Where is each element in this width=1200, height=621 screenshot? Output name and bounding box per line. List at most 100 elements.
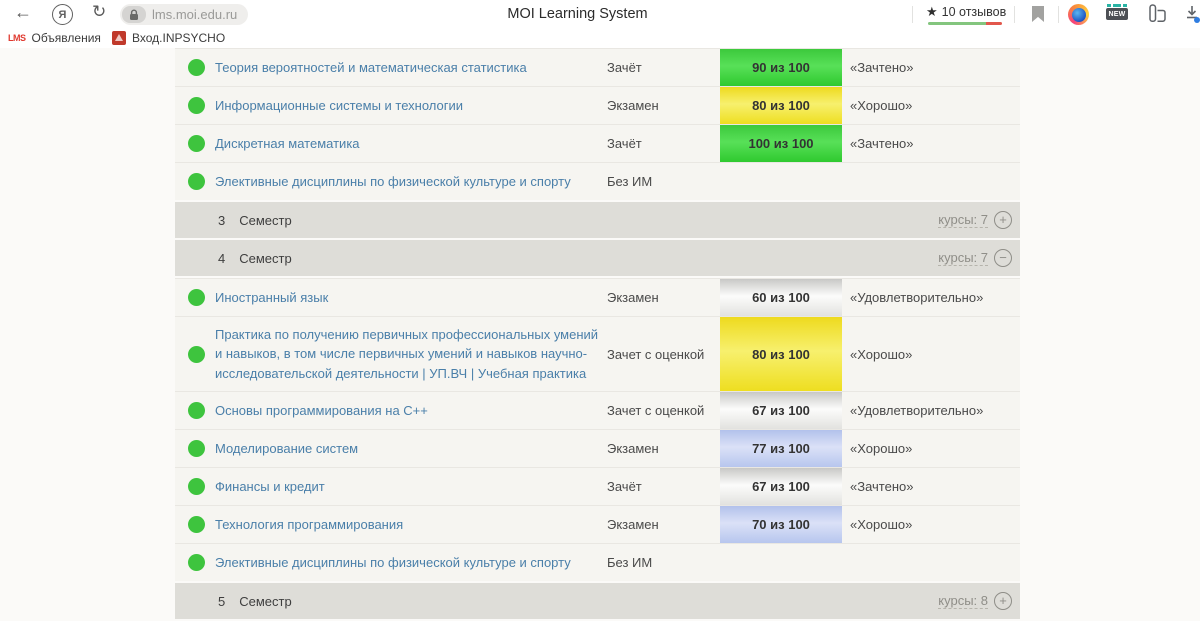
score-cell: 70 из 100 [720, 506, 842, 543]
back-button[interactable]: ← [14, 2, 32, 23]
course-link[interactable]: Практика по получению первичных професси… [215, 319, 607, 390]
course-link[interactable]: Технология программирования [215, 509, 607, 541]
browser-toolbar: ← Я ↻ lms.moi.edu.ru MOI Learning System… [0, 0, 1200, 29]
site-rating-button[interactable]: ★ 10 отзывов [926, 4, 1006, 20]
bookmark-label: Вход.INPSYCHO [132, 31, 225, 45]
control-type-label: Экзамен [607, 98, 720, 113]
bookmark-label: Объявления [32, 31, 101, 45]
score-cell: 77 из 100 [720, 430, 842, 467]
course-link[interactable]: Моделирование систем [215, 433, 607, 465]
score-cell [720, 163, 842, 200]
semester-row: 4Семестркурсы: 7− [175, 240, 1020, 276]
status-dot-icon [188, 516, 205, 533]
status-dot-icon [188, 289, 205, 306]
score-badge: 70 из 100 [720, 506, 842, 543]
control-type-label: Зачет с оценкой [607, 403, 720, 418]
score-badge: 80 из 100 [720, 87, 842, 124]
grade-label: «Зачтено» [842, 136, 1020, 151]
course-row: Иностранный языкЭкзамен60 из 100«Удовлет… [175, 278, 1020, 316]
course-link[interactable]: Дискретная математика [215, 128, 607, 160]
inpsycho-favicon [112, 31, 126, 45]
status-dot-icon [188, 59, 205, 76]
semester-courses-link[interactable]: курсы: 7 [938, 250, 988, 266]
star-icon: ★ [926, 4, 938, 20]
course-row: Теория вероятностей и математическая ста… [175, 48, 1020, 86]
control-type-label: Экзамен [607, 441, 720, 456]
status-dot-icon [188, 135, 205, 152]
semester-number: 5 [218, 594, 225, 609]
course-row: Основы программирования на C++Зачет с оц… [175, 391, 1020, 429]
control-type-label: Зачёт [607, 60, 720, 75]
address-bar[interactable]: lms.moi.edu.ru [120, 4, 248, 25]
lms-favicon: LMS [8, 33, 26, 43]
score-badge: 80 из 100 [720, 317, 842, 391]
url-text: lms.moi.edu.ru [152, 7, 237, 22]
extension-globe-icon[interactable] [1068, 4, 1089, 25]
yandex-icon[interactable]: Я [52, 4, 73, 25]
control-type-label: Зачет с оценкой [607, 347, 720, 362]
bookmark-item-announcements[interactable]: LMS Объявления [8, 31, 101, 45]
course-row: Технология программированияЭкзамен70 из … [175, 505, 1020, 543]
bookmark-item-inpsycho[interactable]: Вход.INPSYCHO [112, 31, 225, 45]
score-badge: 77 из 100 [720, 430, 842, 467]
expand-minus-icon[interactable]: − [994, 249, 1012, 267]
status-dot-icon [188, 97, 205, 114]
toolbar-divider [1014, 6, 1015, 23]
course-link[interactable]: Основы программирования на C++ [215, 395, 607, 427]
score-badge: 100 из 100 [720, 125, 842, 162]
bookmarks-bar: LMS Объявления Вход.INPSYCHO [0, 29, 1200, 48]
course-link[interactable]: Финансы и кредит [215, 471, 607, 503]
score-badge: 67 из 100 [720, 392, 842, 429]
grade-label: «Хорошо» [842, 98, 1020, 113]
grade-label: «Хорошо» [842, 441, 1020, 456]
score-badge: 67 из 100 [720, 468, 842, 505]
score-cell: 80 из 100 [720, 87, 842, 124]
course-link[interactable]: Информационные системы и технологии [215, 90, 607, 122]
course-row: Элективные дисциплины по физической куль… [175, 543, 1020, 581]
status-dot-icon [188, 478, 205, 495]
control-type-label: Без ИМ [607, 555, 720, 570]
grade-label: «Зачтено» [842, 60, 1020, 75]
score-cell: 67 из 100 [720, 392, 842, 429]
rating-bar [928, 22, 1002, 25]
course-link[interactable]: Элективные дисциплины по физической куль… [215, 166, 607, 198]
status-dot-icon [188, 346, 205, 363]
expand-plus-icon[interactable]: + [994, 211, 1012, 229]
status-dot-icon [188, 173, 205, 190]
expand-plus-icon[interactable]: + [994, 592, 1012, 610]
collections-icon[interactable] [1146, 4, 1170, 29]
new-badge-label: NEW [1106, 8, 1128, 20]
control-type-label: Экзамен [607, 290, 720, 305]
course-link[interactable]: Иностранный язык [215, 282, 607, 314]
lock-icon[interactable] [122, 6, 146, 23]
downloads-icon[interactable] [1185, 5, 1200, 25]
score-cell: 67 из 100 [720, 468, 842, 505]
new-feature-icon[interactable]: NEW [1106, 4, 1128, 20]
semester-courses-link[interactable]: курсы: 7 [938, 212, 988, 228]
grades-table: Теория вероятностей и математическая ста… [175, 48, 1020, 621]
toolbar-divider [912, 6, 913, 23]
status-dot-icon [188, 554, 205, 571]
course-row: Элективные дисциплины по физической куль… [175, 162, 1020, 200]
semester-number: 4 [218, 251, 225, 266]
semester-row: 5 Семестр курсы: 8 + [175, 583, 1020, 619]
page-title: MOI Learning System [430, 6, 725, 22]
bookmark-flag-icon[interactable] [1032, 6, 1044, 22]
course-row: Финансы и кредитЗачёт67 из 100«Зачтено» [175, 467, 1020, 505]
score-badge: 60 из 100 [720, 279, 842, 316]
grade-label: «Хорошо» [842, 347, 1020, 362]
score-cell: 100 из 100 [720, 125, 842, 162]
semester-label: Семестр [239, 594, 291, 609]
course-link[interactable]: Элективные дисциплины по физической куль… [215, 547, 607, 579]
control-type-label: Экзамен [607, 517, 720, 532]
score-badge: 90 из 100 [720, 49, 842, 86]
grade-label: «Зачтено» [842, 479, 1020, 494]
status-dot-icon [188, 402, 205, 419]
semester-number: 3 [218, 213, 225, 228]
control-type-label: Зачёт [607, 136, 720, 151]
score-cell: 80 из 100 [720, 317, 842, 391]
course-row: Дискретная математикаЗачёт100 из 100«Зач… [175, 124, 1020, 162]
course-link[interactable]: Теория вероятностей и математическая ста… [215, 52, 607, 84]
semester-courses-link[interactable]: курсы: 8 [938, 593, 988, 609]
refresh-button[interactable]: ↻ [92, 2, 106, 22]
